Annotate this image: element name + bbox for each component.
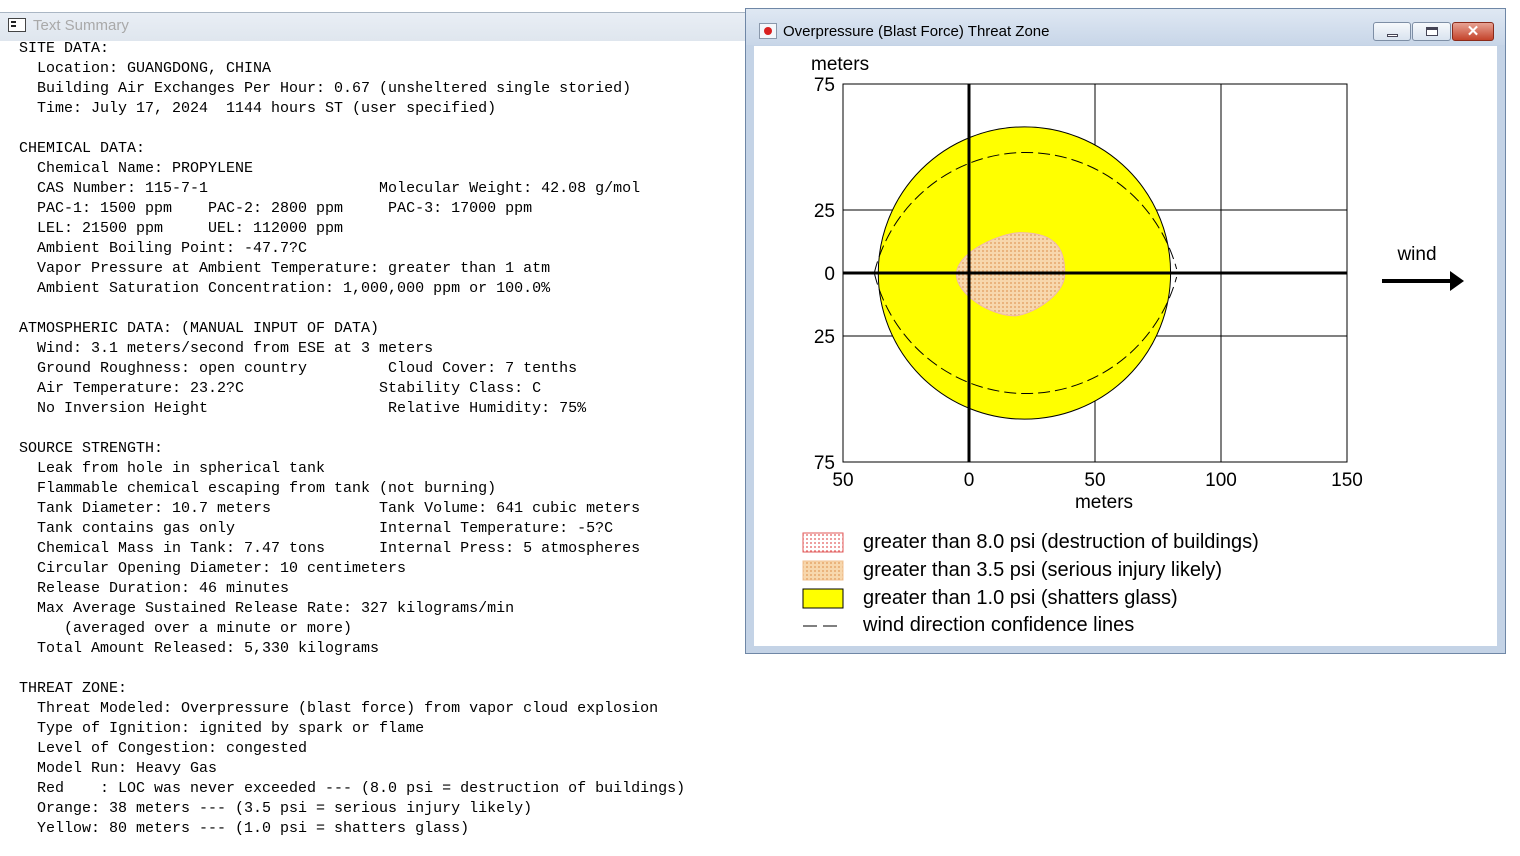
y-tick-label: 25 (814, 201, 835, 222)
threat-zone-titlebar[interactable]: Overpressure (Blast Force) Threat Zone ✕ (746, 9, 1505, 45)
x-tick-label: 0 (964, 470, 975, 491)
summary-line: Tank contains gas only Internal Temperat… (19, 520, 614, 537)
legend-label: wind direction confidence lines (862, 614, 1134, 636)
summary-line: Max Average Sustained Release Rate: 327 … (19, 600, 515, 617)
legend-swatch (802, 560, 844, 581)
summary-section-header: THREAT ZONE: (19, 680, 128, 697)
summary-line: Time: July 17, 2024 1144 hours ST (user … (19, 100, 497, 117)
summary-line: Flammable chemical escaping from tank (n… (19, 480, 497, 497)
summary-line: PAC-1: 1500 ppm PAC-2: 2800 ppm PAC-3: 1… (19, 200, 533, 217)
summary-line: No Inversion Height Relative Humidity: 7… (19, 400, 587, 417)
summary-line: Type of Ignition: ignited by spark or fl… (19, 720, 425, 737)
x-tick-label: 100 (1205, 470, 1237, 491)
threat-zone-title: Overpressure (Blast Force) Threat Zone (783, 23, 1050, 40)
summary-line: Threat Modeled: Overpressure (blast forc… (19, 700, 659, 717)
summary-line: Total Amount Released: 5,330 kilograms (19, 640, 380, 657)
summary-line: Release Duration: 46 minutes (19, 580, 290, 597)
summary-line: (averaged over a minute or more) (19, 620, 353, 637)
threat-zone-plot-area: meters 75 25 0 25 75 50 0 50 100 150 meters wind gre… (754, 46, 1497, 646)
summary-line: Circular Opening Diameter: 10 centimeter… (19, 560, 407, 577)
summary-line: Wind: 3.1 meters/second from ESE at 3 me… (19, 340, 434, 357)
summary-line: Building Air Exchanges Per Hour: 0.67 (u… (19, 80, 632, 97)
text-summary-app-icon (8, 18, 26, 32)
minimize-icon (1387, 34, 1398, 37)
threat-zone-window: Overpressure (Blast Force) Threat Zone ✕ (745, 8, 1506, 654)
y-tick-label: 0 (824, 264, 835, 285)
summary-line: Red : LOC was never exceeded --- (8.0 ps… (19, 780, 686, 797)
y-tick-label: 25 (814, 327, 835, 348)
summary-line: Vapor Pressure at Ambient Temperature: g… (19, 260, 551, 277)
x-axis-label: meters (1075, 492, 1133, 513)
summary-line: Ground Roughness: open country Cloud Cov… (19, 360, 578, 377)
threat-zone-app-icon (759, 23, 777, 39)
summary-line: Ambient Saturation Concentration: 1,000,… (19, 280, 551, 297)
summary-line: LEL: 21500 ppm UEL: 112000 ppm (19, 220, 344, 237)
legend-label: greater than 1.0 psi (shatters glass) (863, 587, 1178, 609)
wind-arrow-icon (1450, 271, 1464, 291)
text-summary-titlebar[interactable]: Text Summary (0, 12, 760, 41)
y-tick-label: 75 (814, 75, 835, 96)
close-button[interactable]: ✕ (1452, 22, 1494, 41)
summary-section-header: CHEMICAL DATA: (19, 140, 146, 157)
x-tick-label: 50 (1084, 470, 1105, 491)
summary-section-header: SITE DATA: (19, 40, 110, 57)
x-tick-label: 50 (832, 470, 853, 491)
legend-label: greater than 3.5 psi (serious injury lik… (863, 559, 1222, 581)
text-summary-title: Text Summary (33, 17, 129, 34)
close-icon: ✕ (1466, 23, 1480, 40)
threat-zone-plot: meters75250257550 0 50 100 150meterswind gre… (802, 54, 1464, 636)
summary-section-header: ATMOSPHERIC DATA: (MANUAL INPUT OF DATA) (19, 320, 380, 337)
summary-line: CAS Number: 115-7-1 Molecular Weight: 42… (19, 180, 641, 197)
maximize-icon (1426, 27, 1438, 36)
summary-line: Yellow: 80 meters --- (1.0 psi = shatter… (19, 820, 470, 837)
summary-line: Location: GUANGDONG, CHINA (19, 60, 272, 77)
summary-section-header: SOURCE STRENGTH: (19, 440, 164, 457)
y-unit-label: meters (811, 54, 869, 75)
summary-line: Ambient Boiling Point: -47.7?C (19, 240, 308, 257)
maximize-button[interactable] (1412, 22, 1451, 41)
summary-line: Tank Diameter: 10.7 meters Tank Volume: … (19, 500, 641, 517)
legend-swatch (802, 588, 844, 609)
x-tick-label: 150 (1331, 470, 1363, 491)
summary-line: Leak from hole in spherical tank (19, 460, 326, 477)
summary-line: Air Temperature: 23.2?C Stability Class:… (19, 380, 542, 397)
legend-label: greater than 8.0 psi (destruction of bui… (863, 531, 1259, 553)
summary-line: Model Run: Heavy Gas (19, 760, 218, 777)
summary-line: Level of Congestion: congested (19, 740, 308, 757)
wind-label: wind (1396, 244, 1436, 265)
text-summary-body: SITE DATA: Location: GUANGDONG, CHINA Bu… (19, 39, 685, 839)
minimize-button[interactable] (1373, 22, 1411, 41)
summary-line: Chemical Name: PROPYLENE (19, 160, 254, 177)
summary-line: Chemical Mass in Tank: 7.47 tons Interna… (19, 540, 641, 557)
text-summary-window: Text Summary SITE DATA: Location: GUANGD… (0, 0, 760, 856)
summary-line: Orange: 38 meters --- (3.5 psi = serious… (19, 800, 533, 817)
legend-swatch (802, 532, 844, 553)
